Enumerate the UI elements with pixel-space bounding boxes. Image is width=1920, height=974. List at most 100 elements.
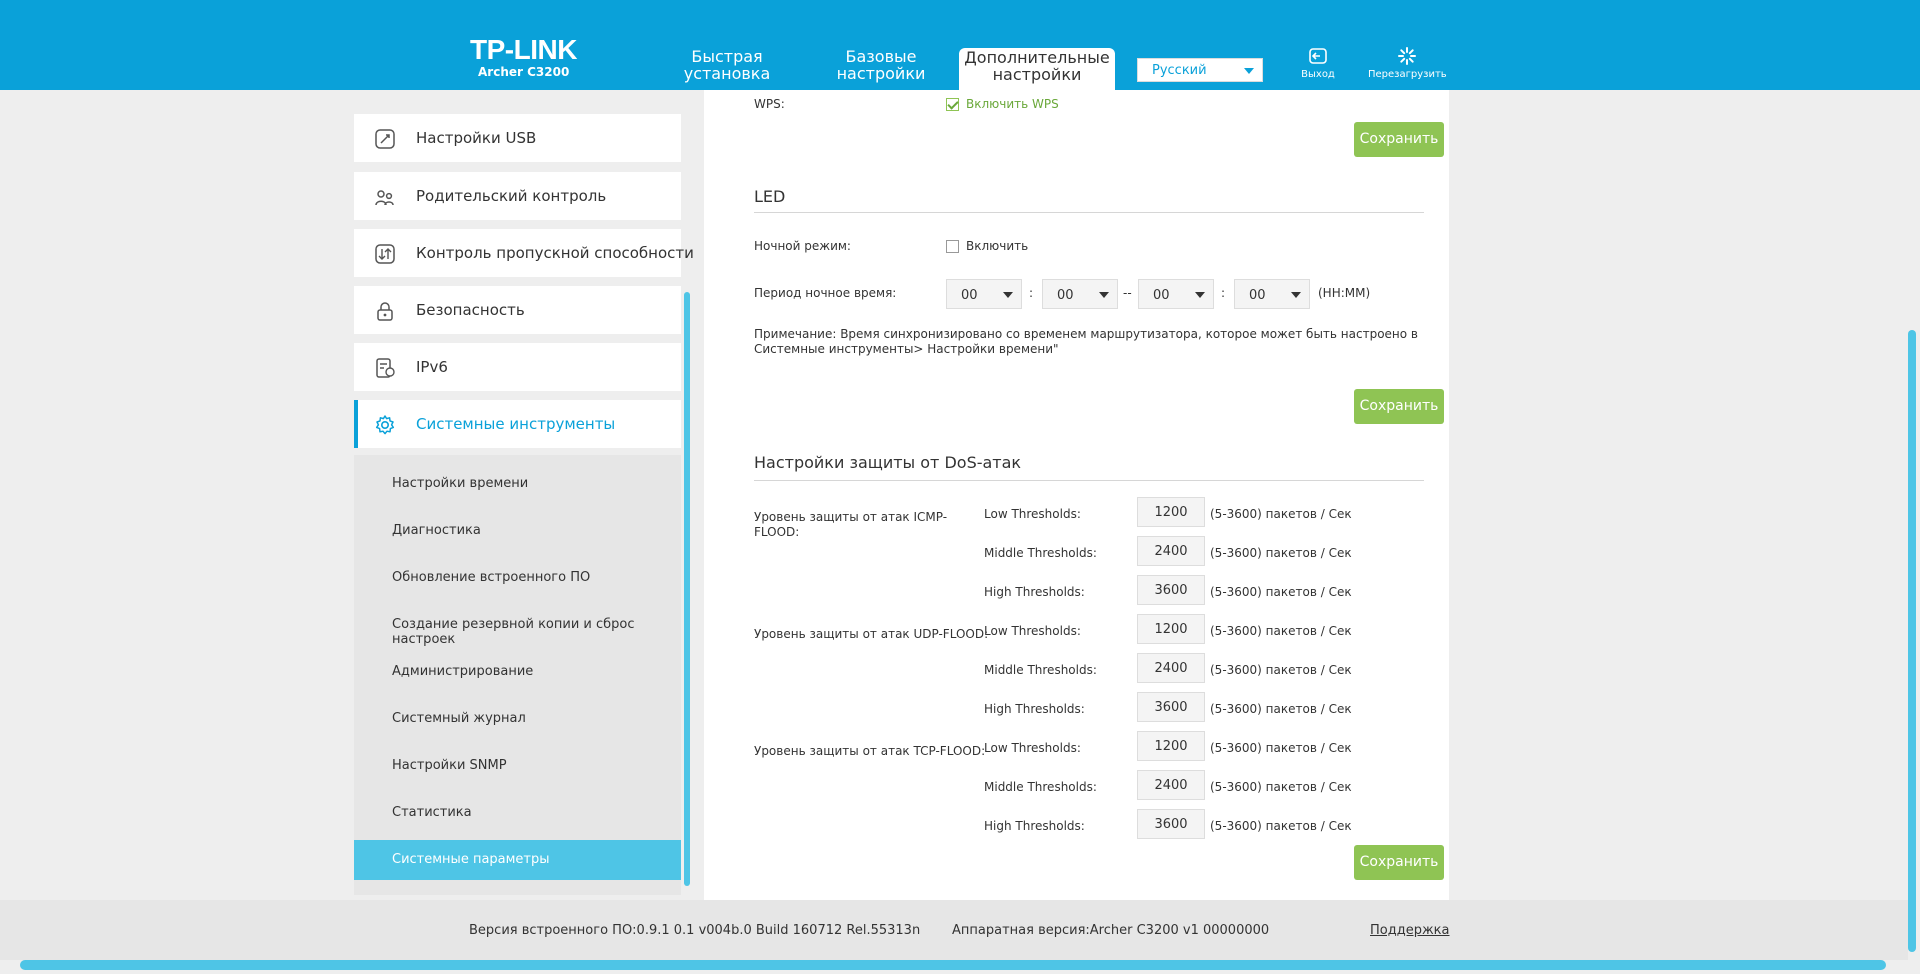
night-period-label: Период ночное время:	[754, 286, 897, 300]
tab-label-line1: Базовые	[845, 47, 917, 66]
sidebar-item-label: Настройки USB	[416, 129, 537, 147]
threshold-label: Low Thresholds:	[984, 507, 1081, 521]
sidebar-item-label: Родительский контроль	[416, 187, 607, 205]
tab-quick-setup[interactable]: Быстрая установка	[672, 48, 782, 90]
top-header: TP-LINK Archer C3200 Быстрая установка Б…	[0, 0, 1920, 90]
section-divider	[754, 212, 1424, 213]
night-end-minute-select[interactable]: 00	[1234, 279, 1310, 309]
bandwidth-icon	[375, 244, 395, 264]
sidebar-item-usb[interactable]: Настройки USB	[354, 114, 681, 162]
threshold-unit: (5-3600) пакетов / Сек	[1210, 585, 1352, 599]
sidebar-scrollbar[interactable]	[684, 292, 690, 886]
chevron-down-icon	[1195, 292, 1205, 298]
udp-low-threshold-input[interactable]: 1200	[1137, 614, 1205, 644]
tcp-flood-label: Уровень защиты от атак TCP-FLOOD:	[754, 744, 986, 758]
submenu-item-firmware[interactable]: Обновление встроенного ПО	[354, 558, 681, 598]
range-separator: --	[1123, 286, 1132, 300]
submenu-item-time[interactable]: Настройки времени	[354, 464, 681, 504]
save-button[interactable]: Сохранить	[1354, 845, 1444, 880]
threshold-unit: (5-3600) пакетов / Сек	[1210, 741, 1352, 755]
threshold-unit: (5-3600) пакетов / Сек	[1210, 663, 1352, 677]
horizontal-scrollbar[interactable]	[20, 960, 1886, 970]
icmp-low-threshold-input[interactable]: 1200	[1137, 497, 1205, 527]
threshold-label: Low Thresholds:	[984, 741, 1081, 755]
model-name: Archer C3200	[478, 65, 570, 79]
save-button[interactable]: Сохранить	[1354, 389, 1444, 424]
sidebar-item-ipv6[interactable]: IPv6	[354, 343, 681, 391]
night-end-hour-select[interactable]: 00	[1138, 279, 1214, 309]
lock-icon	[377, 302, 393, 321]
save-button[interactable]: Сохранить	[1354, 122, 1444, 157]
threshold-label: Middle Thresholds:	[984, 663, 1097, 677]
icmp-middle-threshold-input[interactable]: 2400	[1137, 536, 1205, 566]
tab-label-line2: настройки	[992, 65, 1082, 84]
wps-checkbox-label[interactable]: Включить WPS	[966, 97, 1059, 111]
sidebar-submenu: Настройки времени Диагностика Обновление…	[354, 455, 681, 895]
night-mode-label: Ночной режим:	[754, 239, 851, 253]
threshold-unit: (5-3600) пакетов / Сек	[1210, 546, 1352, 560]
threshold-unit: (5-3600) пакетов / Сек	[1210, 819, 1352, 833]
chevron-down-icon	[1099, 292, 1109, 298]
submenu-item-statistics[interactable]: Статистика	[354, 793, 681, 833]
tab-label-line1: Дополнительные	[964, 48, 1110, 67]
icmp-flood-label-cont: FLOOD:	[754, 525, 800, 539]
tab-basic[interactable]: Базовые настройки	[826, 48, 936, 90]
tcp-low-threshold-input[interactable]: 1200	[1137, 731, 1205, 761]
threshold-label: Middle Thresholds:	[984, 780, 1097, 794]
sidebar-item-parental[interactable]: Родительский контроль	[354, 172, 681, 220]
tab-advanced[interactable]: Дополнительные настройки	[959, 48, 1115, 90]
night-mode-checkbox[interactable]	[946, 240, 959, 253]
time-format-hint: (HH:MM)	[1318, 286, 1371, 300]
night-mode-checkbox-label[interactable]: Включить	[966, 239, 1028, 253]
udp-flood-label: Уровень защиты от атак UDP-FLOOD:	[754, 627, 989, 641]
tcp-high-threshold-input[interactable]: 3600	[1137, 809, 1205, 839]
chevron-down-icon	[1291, 292, 1301, 298]
chevron-down-icon	[1244, 68, 1254, 74]
sidebar-item-bandwidth[interactable]: Контроль пропускной способности	[354, 229, 694, 277]
tab-label-line2: установка	[683, 64, 771, 83]
footer: Версия встроенного ПО:0.9.1 0.1 v004b.0 …	[0, 900, 1908, 960]
logout-icon	[1309, 48, 1327, 64]
sidebar-item-security[interactable]: Безопасность	[354, 286, 681, 334]
night-start-hour-select[interactable]: 00	[946, 279, 1022, 309]
threshold-unit: (5-3600) пакетов / Сек	[1210, 702, 1352, 716]
parental-icon	[375, 190, 394, 206]
reboot-icon	[1398, 47, 1416, 65]
tab-label-line2: настройки	[836, 64, 926, 83]
sidebar-item-label: Системные инструменты	[416, 415, 616, 433]
time-sync-note: Примечание: Время синхронизировано со вр…	[754, 327, 1418, 341]
submenu-item-backup[interactable]: Создание резервной копии и сброс настрое…	[354, 605, 681, 647]
submenu-item-admin[interactable]: Администрирование	[354, 652, 681, 692]
udp-high-threshold-input[interactable]: 3600	[1137, 692, 1205, 722]
dos-section-title: Настройки защиты от DoS-атак	[754, 453, 1022, 472]
select-value: 00	[1249, 288, 1266, 303]
threshold-unit: (5-3600) пакетов / Сек	[1210, 780, 1352, 794]
sidebar-item-label: Контроль пропускной способности	[416, 244, 694, 262]
night-start-minute-select[interactable]: 00	[1042, 279, 1118, 309]
logout-button[interactable]: Выход	[1298, 46, 1338, 80]
udp-middle-threshold-input[interactable]: 2400	[1137, 653, 1205, 683]
sidebar-item-system-tools[interactable]: Системные инструменты	[354, 400, 681, 448]
support-link[interactable]: Поддержка	[1370, 923, 1450, 938]
reboot-label: Перезагрузить	[1368, 69, 1447, 80]
page-scrollbar[interactable]	[1908, 330, 1916, 952]
submenu-item-diagnostics[interactable]: Диагностика	[354, 511, 681, 551]
wps-label: WPS:	[754, 97, 785, 111]
time-separator: :	[1221, 286, 1226, 300]
submenu-item-snmp[interactable]: Настройки SNMP	[354, 746, 681, 786]
ipv6-icon	[376, 358, 395, 378]
submenu-item-system-params[interactable]: Системные параметры	[354, 840, 681, 880]
chevron-down-icon	[1003, 292, 1013, 298]
brand-logo: TP-LINK Archer C3200	[470, 36, 577, 80]
brand-name: TP-LINK	[470, 34, 577, 65]
language-select[interactable]: Русский	[1137, 58, 1263, 82]
wps-checkbox[interactable]	[946, 98, 959, 111]
threshold-label: High Thresholds:	[984, 819, 1085, 833]
led-section-title: LED	[754, 187, 786, 206]
reboot-button[interactable]: Перезагрузить	[1368, 46, 1447, 80]
usb-icon	[375, 129, 395, 149]
submenu-item-syslog[interactable]: Системный журнал	[354, 699, 681, 739]
icmp-high-threshold-input[interactable]: 3600	[1137, 575, 1205, 605]
tcp-middle-threshold-input[interactable]: 2400	[1137, 770, 1205, 800]
select-value: 00	[1153, 288, 1170, 303]
